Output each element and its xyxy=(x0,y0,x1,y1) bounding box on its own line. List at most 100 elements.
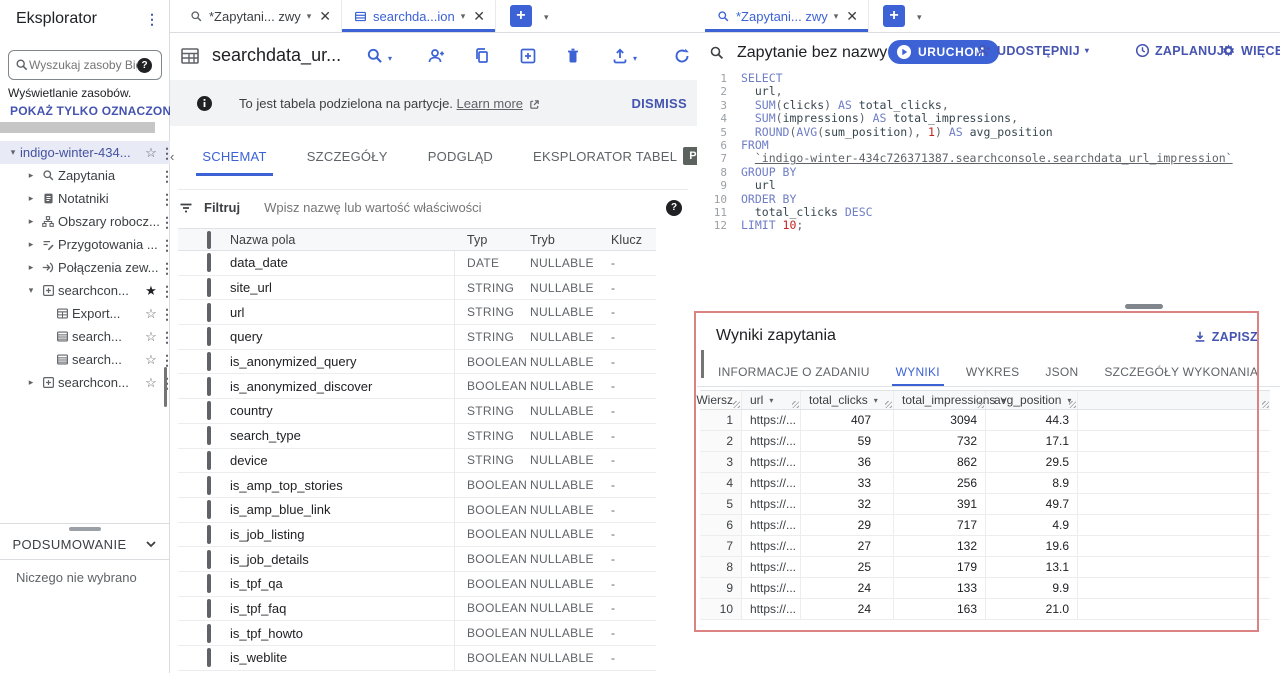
col-resize-handle[interactable] xyxy=(792,401,799,408)
dismiss-button[interactable]: DISMISS xyxy=(631,96,687,111)
search-in-table-icon[interactable] xyxy=(366,47,384,65)
sql-editor[interactable]: 1SELECT2 url,3 SUM(clicks) AS total_clic… xyxy=(697,72,1280,300)
col-header-url[interactable]: url▾ xyxy=(742,391,801,409)
sql-line[interactable]: 5 ROUND(AVG(sum_position), 1) AS avg_pos… xyxy=(697,126,1280,139)
results-scrollbar[interactable] xyxy=(701,350,704,378)
more-vert-icon[interactable]: ⋮ xyxy=(160,332,170,342)
delete-icon[interactable] xyxy=(565,47,581,65)
col-header-total_clicks[interactable]: total_clicks▾ xyxy=(801,391,894,409)
col-resize-handle[interactable] xyxy=(885,401,892,408)
select-all-checkbox[interactable] xyxy=(207,231,211,249)
more-vert-icon[interactable]: ⋮ xyxy=(160,217,170,227)
tab-caret-icon[interactable]: ▾ xyxy=(834,11,839,22)
panel-drag-handle[interactable] xyxy=(69,527,101,531)
row-checkbox[interactable] xyxy=(207,624,211,643)
sql-line[interactable]: 6FROM xyxy=(697,139,1280,152)
sort-caret-icon[interactable]: ▾ xyxy=(874,396,878,405)
more-vert-icon[interactable]: ⋮ xyxy=(160,240,170,250)
results-tab-wyniki[interactable]: WYNIKI xyxy=(896,357,940,387)
collapse-arrow-icon[interactable]: ▸ xyxy=(24,239,38,250)
save-results-button[interactable]: ZAPISZ xyxy=(1193,330,1258,344)
collapse-arrow-icon[interactable]: ▸ xyxy=(24,216,38,227)
tabbar-caret-icon[interactable]: ▾ xyxy=(544,12,549,32)
sql-line[interactable]: 11 total_clicks DESC xyxy=(697,206,1280,219)
tree-item-indigo-winter-434-[interactable]: ▾indigo-winter-434...☆⋮ xyxy=(0,141,170,164)
row-checkbox[interactable] xyxy=(207,401,211,420)
row-checkbox[interactable] xyxy=(207,303,211,322)
row-checkbox[interactable] xyxy=(207,253,211,272)
more-vert-icon[interactable]: ⋮ xyxy=(145,14,155,24)
export-icon[interactable] xyxy=(611,47,629,65)
row-checkbox[interactable] xyxy=(207,599,211,618)
col-header-total_impressions[interactable]: total_impressions▾ xyxy=(894,391,986,409)
tree-item-search-[interactable]: search...☆⋮ xyxy=(0,348,170,371)
search-box[interactable]: ? xyxy=(8,50,162,80)
col-resize-handle[interactable] xyxy=(1262,401,1269,408)
more-vert-icon[interactable]: ⋮ xyxy=(160,194,170,204)
tree-item-zapytania[interactable]: ▸Zapytania⋮ xyxy=(0,164,170,187)
more-vert-icon[interactable]: ⋮ xyxy=(160,148,170,158)
tree-item-searchcon-[interactable]: ▾searchcon...★⋮ xyxy=(0,279,170,302)
row-checkbox[interactable] xyxy=(207,476,211,495)
star-icon[interactable]: ☆ xyxy=(142,306,160,322)
tabbar-caret-icon[interactable]: ▾ xyxy=(917,12,922,32)
close-icon[interactable]: ✕ xyxy=(846,8,858,25)
col-resize-handle[interactable] xyxy=(733,401,740,408)
col-resize-handle[interactable] xyxy=(977,401,984,408)
col-header-avg_position[interactable]: avg_position▾ xyxy=(986,391,1078,409)
sidebar-scrollbar[interactable] xyxy=(164,367,167,407)
star-icon[interactable]: ☆ xyxy=(142,145,160,161)
more-vert-icon[interactable]: ⋮ xyxy=(160,171,170,181)
row-checkbox[interactable] xyxy=(207,525,211,544)
star-icon[interactable]: ☆ xyxy=(142,352,160,368)
sql-line[interactable]: 9 url xyxy=(697,179,1280,192)
row-checkbox[interactable] xyxy=(207,500,211,519)
close-icon[interactable]: ✕ xyxy=(319,8,331,25)
tab-caret-icon[interactable]: ▾ xyxy=(461,11,466,22)
collapse-arrow-icon[interactable]: ▸ xyxy=(24,262,38,273)
results-tab-json[interactable]: JSON xyxy=(1045,357,1078,387)
sql-line[interactable]: 10ORDER BY xyxy=(697,193,1280,206)
new-tab-button[interactable]: + xyxy=(510,5,532,27)
snapshot-icon[interactable] xyxy=(519,47,537,65)
view-tab-schemat[interactable]: SCHEMAT xyxy=(202,136,266,176)
close-icon[interactable]: ✕ xyxy=(473,8,485,25)
copy-icon[interactable] xyxy=(473,47,491,65)
export-caret-icon[interactable]: ▾ xyxy=(633,54,637,63)
chevron-left-icon[interactable]: ‹ xyxy=(170,149,174,164)
row-checkbox[interactable] xyxy=(207,352,211,371)
sql-line[interactable]: 7 `indigo-winter-434c726371387.searchcon… xyxy=(697,152,1280,165)
row-checkbox[interactable] xyxy=(207,278,211,297)
filter-input[interactable] xyxy=(264,200,544,215)
refresh-icon[interactable] xyxy=(673,47,691,65)
results-resize-handle[interactable] xyxy=(1125,304,1163,309)
row-checkbox[interactable] xyxy=(207,451,211,470)
more-vert-icon[interactable]: ⋮ xyxy=(160,309,170,319)
tab-query-unsaved[interactable]: *Zapytani... zwy ▾ ✕ xyxy=(705,0,869,32)
help-badge-icon[interactable]: ? xyxy=(137,58,152,73)
results-tab-szczeg-y-wykonania[interactable]: SZCZEGÓŁY WYKONANIA xyxy=(1104,357,1258,387)
sql-line[interactable]: 12LIMIT 10; xyxy=(697,219,1280,232)
tree-item-export-[interactable]: Export...☆⋮ xyxy=(0,302,170,325)
learn-more-link[interactable]: Learn more xyxy=(457,96,523,111)
share-person-add-icon[interactable] xyxy=(426,47,446,65)
sql-line[interactable]: 2 url, xyxy=(697,85,1280,98)
tree-item-po-czenia-zew-[interactable]: ▸Połączenia zew...⋮ xyxy=(0,256,170,279)
sql-line[interactable]: 1SELECT xyxy=(697,72,1280,85)
search-input[interactable] xyxy=(29,58,137,72)
row-checkbox[interactable] xyxy=(207,648,211,667)
tab-table-searchdata[interactable]: searchda...ion ▾ ✕ xyxy=(342,0,496,32)
row-checkbox[interactable] xyxy=(207,574,211,593)
help-icon[interactable]: ? xyxy=(666,200,682,216)
tab-query-unsaved[interactable]: *Zapytani... zwy ▾ ✕ xyxy=(178,0,342,32)
tree-item-obszary-robocz-[interactable]: ▸Obszary robocz...⋮ xyxy=(0,210,170,233)
sql-line[interactable]: 3 SUM(clicks) AS total_clicks, xyxy=(697,99,1280,112)
tree-item-search-[interactable]: search...☆⋮ xyxy=(0,325,170,348)
row-checkbox[interactable] xyxy=(207,426,211,445)
tree-item-searchcon-[interactable]: ▸searchcon...☆⋮ xyxy=(0,371,170,394)
sql-line[interactable]: 4 SUM(impressions) AS total_impressions, xyxy=(697,112,1280,125)
row-checkbox[interactable] xyxy=(207,550,211,569)
collapse-arrow-icon[interactable]: ▸ xyxy=(24,377,38,388)
expand-arrow-icon[interactable]: ▾ xyxy=(6,147,20,158)
star-icon[interactable]: ☆ xyxy=(142,329,160,345)
